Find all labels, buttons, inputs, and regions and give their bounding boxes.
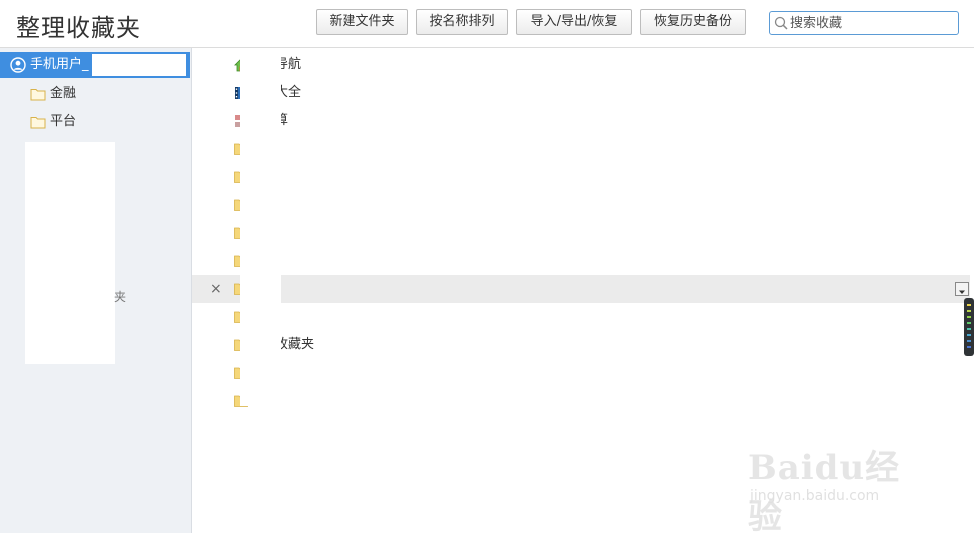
sidebar: 手机用户_ 金融 平台 夹 [0, 48, 192, 533]
folder-icon [30, 89, 46, 101]
list-item[interactable]: 划算 [192, 107, 970, 135]
search-input[interactable] [790, 14, 950, 32]
page-title: 整理收藏夹 [16, 14, 141, 42]
search-box[interactable] [769, 11, 959, 35]
list-item[interactable]: 求 [192, 359, 970, 387]
list-item[interactable] [192, 247, 970, 275]
new-folder-button[interactable]: 新建文件夹 [316, 9, 408, 35]
redaction-mask [25, 142, 115, 364]
list-item[interactable]: 融 [192, 135, 970, 163]
list-item[interactable]: 视大全 [192, 79, 970, 107]
list-item-selected[interactable]: × 流 [192, 275, 970, 303]
list-item[interactable]: ky [192, 219, 970, 247]
dropdown-button[interactable] [955, 282, 969, 296]
list-item[interactable]: 沿 [192, 387, 970, 415]
redaction-mask [92, 54, 186, 76]
folder-icon [30, 117, 46, 129]
list-item[interactable]: 台 [192, 163, 970, 191]
redaction-mask [240, 48, 281, 406]
list-item[interactable] [192, 191, 970, 219]
sidebar-item-label: 平台 [50, 114, 77, 129]
list-item[interactable] [192, 303, 970, 331]
user-icon [10, 57, 26, 73]
volume-widget[interactable] [964, 298, 974, 356]
user-name-label: 手机用户_ [30, 57, 89, 72]
watermark: Baidu经验 jingyan.baidu.com [748, 430, 928, 537]
delete-icon[interactable]: × [210, 275, 222, 303]
header-bar: 整理收藏夹 新建文件夹 按名称排列 导入/导出/恢复 恢复历史备份 [0, 0, 974, 48]
sort-by-name-button[interactable]: 按名称排列 [416, 9, 508, 35]
search-icon [774, 16, 788, 30]
sidebar-item-label: 金融 [50, 86, 77, 101]
sidebar-item-user-root[interactable]: 手机用户_ [0, 52, 190, 78]
list-item[interactable]: 址导航 [192, 51, 970, 79]
import-export-restore-button[interactable]: 导入/导出/恢复 [516, 9, 632, 35]
list-item[interactable]: 机收藏夹 [192, 331, 970, 359]
chevron-down-icon [959, 290, 965, 294]
restore-history-backup-button[interactable]: 恢复历史备份 [640, 9, 746, 35]
watermark-url: jingyan.baidu.com [750, 488, 880, 504]
truncated-text: 夹 [114, 290, 127, 304]
